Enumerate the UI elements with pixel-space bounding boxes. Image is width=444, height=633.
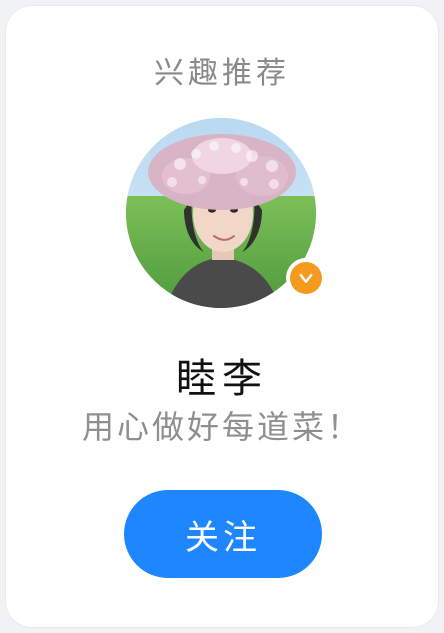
verified-badge xyxy=(286,258,326,298)
follow-button[interactable]: 关注 xyxy=(124,490,322,578)
avatar-wrap[interactable] xyxy=(126,118,326,308)
user-name: 睦李 xyxy=(176,356,268,402)
user-bio: 用心做好每道菜！ xyxy=(81,408,362,446)
recommendation-card: 兴趣推荐 睦李 用心做好每道菜！ 关注 xyxy=(6,6,438,627)
verified-check-icon xyxy=(290,262,322,294)
card-title: 兴趣推荐 xyxy=(154,56,290,91)
